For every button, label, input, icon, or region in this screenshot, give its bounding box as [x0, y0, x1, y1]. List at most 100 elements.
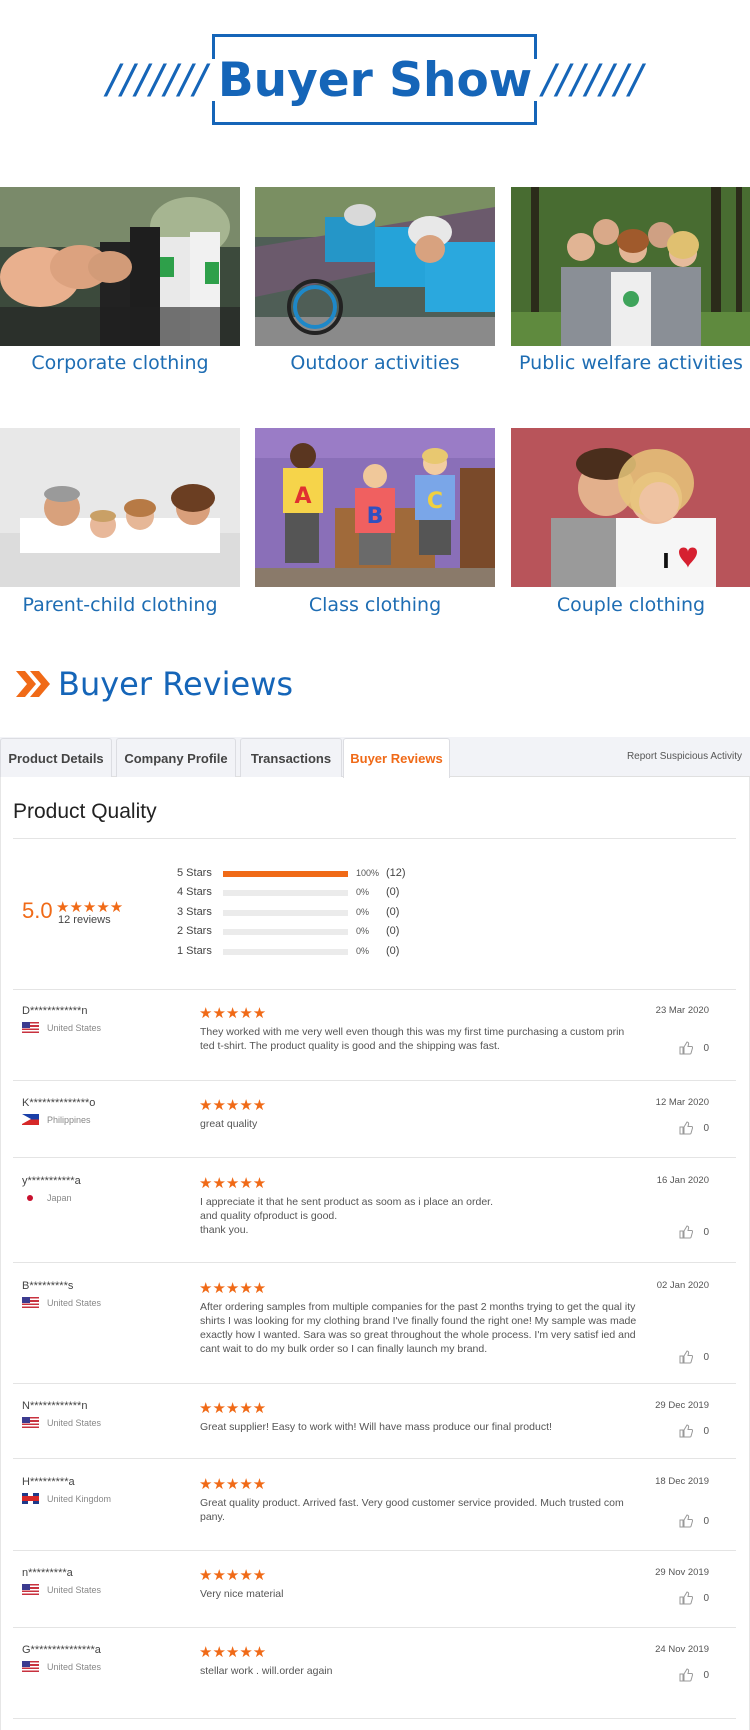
report-suspicious-activity-link[interactable]: Report Suspicious Activity	[627, 751, 742, 762]
helpful-button[interactable]: 0	[679, 1668, 709, 1682]
reviewer-country: Philippines	[22, 1114, 91, 1125]
review-text: Great quality product. Arrived fast. Ver…	[200, 1497, 624, 1523]
review-star-rating: ★★★★★	[199, 1097, 267, 1114]
rating-row-label: 4 Stars	[177, 886, 212, 898]
review-star-rating: ★★★★★	[199, 1280, 267, 1297]
rating-count: (0)	[386, 925, 400, 937]
review-text: Great supplier! Easy to work with! Will …	[200, 1421, 552, 1433]
tab-company-profile[interactable]: Company Profile	[116, 738, 236, 777]
country-name: Philippines	[47, 1114, 91, 1125]
review-text: They worked with me very well even thoug…	[200, 1026, 625, 1052]
tab-product-details[interactable]: Product Details	[0, 738, 112, 777]
rating-bar	[223, 890, 348, 896]
tab-buyer-reviews[interactable]: Buyer Reviews	[343, 738, 450, 778]
rating-bar	[223, 949, 348, 955]
tab-transactions[interactable]: Transactions	[240, 738, 342, 777]
svg-text:I: I	[662, 549, 669, 573]
buyer-reviews-heading-text: Buyer Reviews	[58, 664, 294, 703]
country-name: United States	[47, 1297, 102, 1308]
caption-couple-clothing: Couple clothing	[556, 594, 706, 616]
caption-corporate-clothing: Corporate clothing	[31, 352, 209, 374]
review-item: K**************o Philippines ★★★★★ great qu…	[13, 1097, 736, 1157]
helpful-button[interactable]: 0	[679, 1041, 709, 1055]
review-item: H*********a United Kingdom ★★★★★ Great qual…	[13, 1476, 736, 1550]
kids-abc-shirts-photo: A B C	[255, 428, 495, 587]
country-flag-icon	[22, 1417, 39, 1428]
rating-row-label: 2 Stars	[177, 925, 212, 937]
divider	[13, 989, 736, 990]
rating-row: 1 Stars 0% (0)	[177, 945, 437, 959]
divider	[13, 1157, 736, 1158]
country-flag-icon	[22, 1493, 39, 1504]
thumbs-up-icon	[679, 1041, 694, 1055]
helpful-count: 0	[703, 1226, 709, 1238]
review-text: great quality	[200, 1118, 258, 1130]
review-item: D************n United States ★★★★★ They wor…	[13, 1005, 736, 1080]
rating-row-label: 1 Stars	[177, 945, 212, 957]
review-text: Very nice material	[200, 1588, 284, 1600]
helpful-button[interactable]: 0	[679, 1591, 709, 1605]
buyer-show-title: Buyer Show	[217, 52, 533, 108]
reviewer-name: n*********a	[22, 1567, 73, 1579]
helpful-count: 0	[703, 1351, 709, 1363]
rating-row: 3 Stars 0% (0)	[177, 906, 437, 920]
review-date: 12 Mar 2020	[655, 1097, 709, 1108]
rating-percent: 0%	[356, 946, 370, 956]
review-text: stellar work . will.order again	[200, 1665, 333, 1677]
country-name: United States	[47, 1417, 102, 1428]
country-flag-icon	[22, 1584, 39, 1595]
svg-text:A: A	[294, 484, 311, 509]
buyer-reviews-heading: Buyer Reviews	[16, 661, 293, 706]
family-lying-photo	[0, 428, 240, 587]
helpful-button[interactable]: 0	[679, 1121, 709, 1135]
divider	[13, 1627, 736, 1628]
helpful-count: 0	[703, 1122, 709, 1134]
helpful-count: 0	[703, 1042, 709, 1054]
rating-bar	[223, 871, 348, 877]
country-flag-icon	[22, 1297, 39, 1308]
divider	[13, 1262, 736, 1263]
reviewer-country: United States	[22, 1022, 101, 1033]
reviewer-country: United States	[22, 1417, 101, 1428]
helpful-button[interactable]: 0	[679, 1350, 709, 1364]
reviewer-name: N************n	[22, 1400, 88, 1412]
helpful-button[interactable]: 0	[679, 1424, 709, 1438]
decorative-slashes-left: ///////	[106, 57, 208, 103]
caption-outdoor-activities: Outdoor activities	[290, 352, 460, 374]
reviewer-name: K**************o	[22, 1097, 96, 1109]
friends-in-forest-photo	[511, 187, 750, 346]
review-count: 12 reviews	[58, 914, 111, 926]
rating-bar-fill	[223, 871, 348, 877]
country-flag-icon	[22, 1022, 39, 1033]
review-star-rating: ★★★★★	[199, 1476, 267, 1493]
divider	[13, 1458, 736, 1459]
thumbs-up-icon	[679, 1350, 694, 1364]
rating-row: 4 Stars 0% (0)	[177, 886, 437, 900]
buyer-show-header: /////// Buyer Show ///////	[0, 0, 750, 150]
reviewer-country: United States	[22, 1661, 101, 1672]
review-item: n*********a United States ★★★★★ Very nice m…	[13, 1567, 736, 1627]
review-item: G***************a United States ★★★★★ stell…	[13, 1644, 736, 1718]
rating-percent: 0%	[356, 887, 370, 897]
rating-count: (0)	[386, 886, 400, 898]
review-star-rating: ★★★★★	[199, 1400, 267, 1417]
review-item: N************n United States ★★★★★ Great su…	[13, 1400, 736, 1458]
country-flag-icon	[22, 1192, 39, 1203]
reviewer-name: G***************a	[22, 1644, 101, 1656]
product-quality-title: Product Quality	[13, 800, 157, 823]
thumbs-up-group-photo	[0, 187, 240, 346]
divider	[13, 1080, 736, 1081]
thumbs-up-icon	[679, 1668, 694, 1682]
review-item: B*********s United States ★★★★★ After order…	[13, 1280, 736, 1383]
caption-parent-child-clothing: Parent-child clothing	[22, 594, 218, 616]
helpful-button[interactable]: 0	[679, 1514, 709, 1528]
rating-row-label: 3 Stars	[177, 906, 212, 918]
rating-count: (12)	[386, 867, 406, 879]
helpful-count: 0	[703, 1592, 709, 1604]
review-star-rating: ★★★★★	[199, 1175, 267, 1192]
helpful-button[interactable]: 0	[679, 1225, 709, 1239]
country-flag-icon	[22, 1114, 39, 1125]
divider	[13, 838, 736, 839]
cyclists-photo	[255, 187, 495, 346]
double-chevron-icon	[16, 670, 52, 697]
